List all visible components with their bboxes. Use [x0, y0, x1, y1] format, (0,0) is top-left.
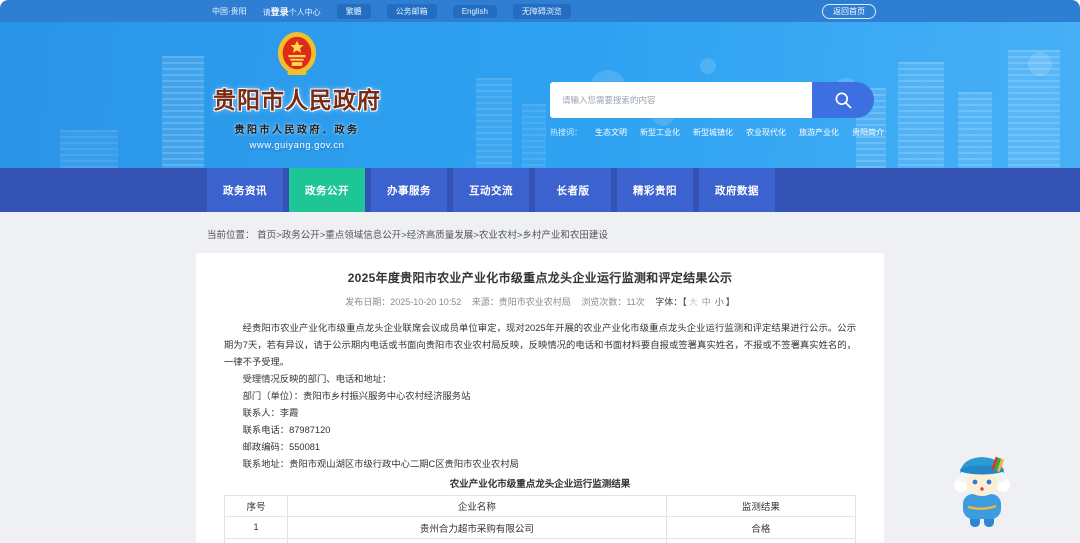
header-result: 监测结果 [665, 495, 857, 517]
table-row: 1 贵州合力超市采购有限公司 合格 [223, 516, 857, 539]
paragraph-contact-address: 联系地址：贵阳市观山湖区市级行政中心二期C区贵阳市农业农村局 [242, 459, 519, 469]
search-button[interactable] [812, 82, 874, 118]
site-title: 贵阳市人民政府 [213, 87, 381, 113]
paragraph: 经贵阳市农业产业化市级重点龙头企业联席会议成员单位审定，现对2025年开展的农业… [224, 323, 856, 367]
national-emblem-icon [277, 32, 317, 75]
nav-item-hudong-jiaoliu[interactable]: 互动交流 [453, 168, 529, 212]
hot-search-link[interactable]: 农业现代化 [746, 127, 786, 138]
paragraph-postal-code: 邮政编码：550081 [242, 442, 321, 452]
paragraph-contact-person: 联系人：李霞 [242, 408, 299, 418]
search-area: 热搜词： 生态文明 新型工业化 新型城镇化 农业现代化 旅游产业化 贵阳简介 [550, 82, 884, 138]
hot-search-row: 热搜词： 生态文明 新型工业化 新型城镇化 农业现代化 旅游产业化 贵阳简介 [550, 127, 884, 138]
cell-result: 合格 [665, 538, 857, 543]
nav-item-zhengwu-gongkai[interactable]: 政务公开 [289, 168, 365, 212]
paragraph-contact-phone: 联系电话：87987120 [242, 425, 331, 435]
monitoring-results-table: 序号 企业名称 监测结果 1 贵州合力超市采购有限公司 合格 2 贵州友禾种业有… [223, 495, 857, 543]
cell-serial: 1 [223, 516, 289, 539]
city-silhouette [958, 92, 992, 168]
article-body: 经贵阳市农业产业化市级重点龙头企业联席会议成员单位审定，现对2025年开展的农业… [224, 320, 856, 473]
official-mail-link[interactable]: 公务邮箱 [386, 3, 437, 19]
city-silhouette [476, 78, 512, 168]
font-small-button[interactable]: 小 [715, 297, 724, 307]
search-input[interactable] [550, 82, 812, 118]
search-icon [835, 92, 852, 109]
nav-item-zhengwu-zixun[interactable]: 政务资讯 [207, 168, 283, 212]
accessibility-link[interactable]: 无障碍浏览 [512, 3, 571, 19]
bokeh-light [700, 58, 716, 74]
traditional-chinese-link[interactable]: 繁體 [336, 3, 371, 19]
table-header-row: 序号 企业名称 监测结果 [223, 495, 857, 517]
city-silhouette [898, 62, 944, 168]
site-logo[interactable]: 贵阳市人民政府 贵阳市人民政府．政务 www.guiyang.gov.cn [202, 30, 392, 151]
nav-item-zhangzheban[interactable]: 长者版 [535, 168, 611, 212]
breadcrumb-trail[interactable]: 首页>政务公开>重点领域信息公开>经济高质量发展>农业农村>乡村产业和农田建设 [257, 230, 608, 241]
region-link[interactable]: 中国·贵阳 [212, 6, 247, 17]
paragraph-department: 部门（单位）：贵阳市乡村振兴服务中心农村经济服务站 [242, 391, 471, 401]
site-header-banner: 贵阳市人民政府 贵阳市人民政府．政务 www.guiyang.gov.cn 热搜… [0, 22, 1080, 168]
cell-company: 贵州合力超市采购有限公司 [287, 516, 667, 539]
main-nav: 政务资讯 政务公开 办事服务 互动交流 长者版 精彩贵阳 政府数据 [0, 168, 1080, 212]
city-silhouette [60, 130, 118, 168]
view-count: 浏览次数：11次 [581, 297, 645, 307]
top-utility-bar: 中国·贵阳 请登录个人中心 繁體 公务邮箱 English 无障碍浏览 返回首页 [0, 0, 1080, 22]
english-link[interactable]: English [452, 4, 497, 18]
city-silhouette [162, 56, 204, 168]
site-url: www.guiyang.gov.cn [249, 140, 345, 151]
nav-item-zhengfu-shuju[interactable]: 政府数据 [699, 168, 775, 212]
paragraph: 受理情况反映的部门、电话和地址： [242, 374, 392, 384]
article-source: 来源：贵阳市农业农村局 [471, 297, 571, 307]
hot-search-link[interactable]: 贵阳简介 [852, 127, 884, 138]
article-title: 2025年度贵阳市农业产业化市级重点龙头企业运行监测和评定结果公示 [347, 271, 733, 285]
page: 中国·贵阳 请登录个人中心 繁體 公务邮箱 English 无障碍浏览 返回首页 [0, 0, 1080, 543]
city-silhouette [522, 104, 546, 168]
article-meta: 发布日期：2025-10-20 10:52 来源：贵阳市农业农村局 浏览次数：1… [224, 295, 856, 308]
publish-date: 发布日期：2025-10-20 10:52 [345, 297, 462, 307]
hot-search-link[interactable]: 新型城镇化 [693, 127, 733, 138]
hot-search-link[interactable]: 新型工业化 [640, 127, 680, 138]
font-medium-button[interactable]: 中 [702, 297, 711, 307]
cell-result: 合格 [665, 516, 857, 539]
header-serial: 序号 [223, 495, 289, 517]
font-size-control: 字体：【大中小】 [655, 297, 735, 307]
topbar-links: 中国·贵阳 请登录个人中心 繁體 公务邮箱 English 无障碍浏览 [212, 3, 571, 19]
hot-search-link[interactable]: 旅游产业化 [799, 127, 839, 138]
mascot-icon [954, 456, 1010, 527]
header-company: 企业名称 [287, 495, 667, 517]
font-large-button[interactable]: 大 [689, 297, 698, 307]
article-card: 2025年度贵阳市农业产业化市级重点龙头企业运行监测和评定结果公示 发布日期：2… [196, 253, 884, 543]
hot-search-label: 热搜词： [550, 128, 582, 137]
nav-item-jingcai-guiyang[interactable]: 精彩贵阳 [617, 168, 693, 212]
mascot-assistant[interactable] [948, 450, 1016, 532]
nav-item-banshi-fuwu[interactable]: 办事服务 [371, 168, 447, 212]
hot-search-link[interactable]: 生态文明 [595, 127, 627, 138]
breadcrumb-label: 当前位置： [207, 230, 255, 241]
login-link[interactable]: 请登录个人中心 [263, 5, 321, 18]
back-home-button[interactable]: 返回首页 [822, 4, 876, 19]
bokeh-light [1028, 52, 1052, 76]
table-row: 2 贵州友禾种业有限公司 合格 [223, 538, 857, 543]
cell-company: 贵州友禾种业有限公司 [287, 538, 667, 543]
site-subtitle: 贵阳市人民政府．政务 [234, 125, 360, 136]
cell-serial: 2 [223, 538, 289, 543]
breadcrumb: 当前位置： 首页>政务公开>重点领域信息公开>经济高质量发展>农业农村>乡村产业… [207, 227, 608, 241]
results-table-caption: 农业产业化市级重点龙头企业运行监测结果 [449, 479, 631, 490]
